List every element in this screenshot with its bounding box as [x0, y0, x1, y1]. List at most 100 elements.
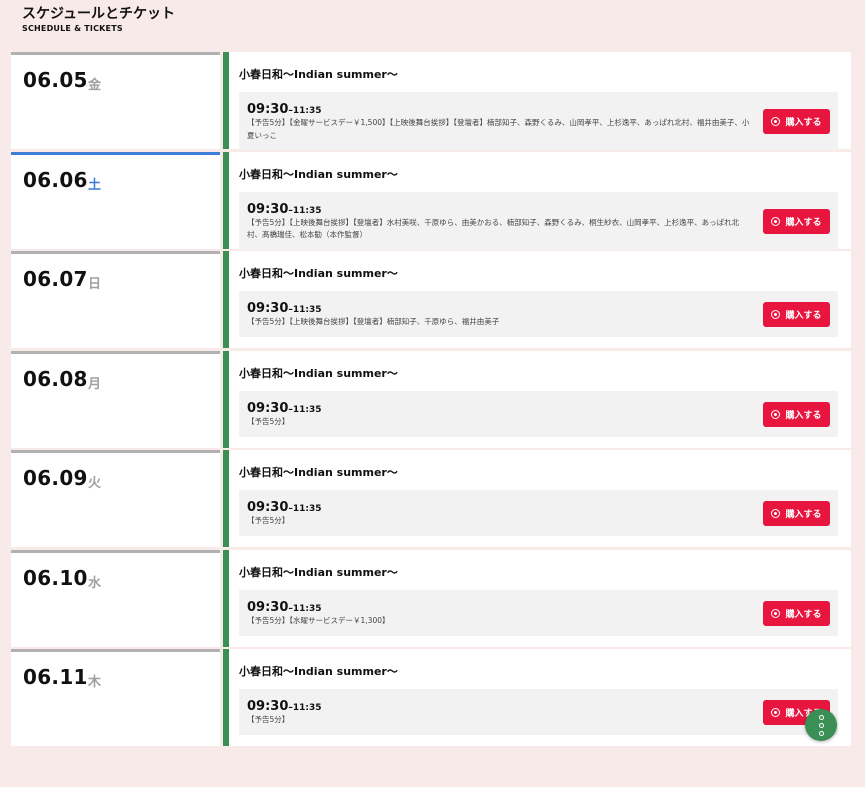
showing-notes: 【予告5分】【金曜サービスデー￥1,500】【上映後舞台挨拶】【登壇者】楠部知子…	[247, 118, 750, 140]
showing-card: 小春日和〜Indian summer〜 09:30–11:35 【予告5分】 購…	[223, 649, 851, 746]
schedule-row: 06.07 日 小春日和〜Indian summer〜 09:30–11:35 …	[11, 251, 851, 348]
schedule-row: 06.06 土 小春日和〜Indian summer〜 09:30–11:35 …	[11, 151, 851, 250]
page-header: スケジュールとチケット SCHEDULE & TICKETS	[22, 5, 175, 35]
showtime: 09:30–11:35	[247, 198, 322, 217]
weekday-label: 日	[88, 277, 102, 292]
more-vertical-icon-dot	[818, 730, 824, 736]
page-subtitle: SCHEDULE & TICKETS	[22, 24, 123, 33]
date-label: 06.07	[23, 267, 88, 291]
buy-ticket-button[interactable]: 購入する	[763, 302, 830, 327]
schedule-list: 06.05 金 小春日和〜Indian summer〜 09:30–11:35 …	[11, 52, 851, 749]
film-title: 小春日和〜Indian summer〜	[239, 267, 398, 280]
buy-button-label: 購入する	[785, 609, 822, 620]
page-title: スケジュールとチケット	[22, 6, 176, 22]
weekday-label: 水	[88, 575, 102, 591]
showtime: 09:30–11:35	[247, 596, 322, 615]
showing-card: 小春日和〜Indian summer〜 09:30–11:35 【予告5分】 購…	[223, 350, 851, 448]
date-cell: 06.07 日	[11, 251, 220, 348]
showing-card: 小春日和〜Indian summer〜 09:30–11:35 【予告5分】【水…	[223, 549, 851, 647]
showing-notes: 【予告5分】【上映後舞台挨拶】【登壇者】水村美咲、千原ゆら、由美かおる、楠部知子…	[247, 217, 740, 240]
weekday-label: 金	[88, 78, 102, 93]
weekday-label: 土	[88, 177, 102, 193]
start-time: 09:30	[247, 102, 289, 117]
date-label: 06.10	[23, 565, 88, 590]
film-title: 小春日和〜Indian summer〜	[239, 665, 398, 678]
date-cell: 06.11 木	[11, 649, 220, 746]
showing-notes: 【予告5分】	[247, 715, 290, 724]
showtime-block: 09:30–11:35 【予告5分】【上映後舞台挨拶】【登壇者】楠部知子、千原ゆ…	[239, 291, 838, 337]
showing-notes: 【予告5分】【上映後舞台挨拶】【登壇者】楠部知子、千原ゆら、福井由美子	[247, 317, 500, 326]
buy-ticket-button[interactable]: 購入する	[763, 401, 830, 427]
film-title: 小春日和〜Indian summer〜	[239, 68, 398, 81]
schedule-row: 06.10 水 小春日和〜Indian summer〜 09:30–11:35 …	[11, 549, 851, 647]
showtime-block: 09:30–11:35 【予告5分】 購入する	[239, 390, 838, 437]
start-time: 09:30	[247, 301, 289, 316]
showtime: 09:30–11:35	[247, 496, 322, 515]
showtime-block: 09:30–11:35 【予告5分】 購入する	[239, 689, 838, 735]
start-time: 09:30	[247, 201, 289, 217]
showtime-block: 09:30–11:35 【予告5分】【上映後舞台挨拶】【登壇者】水村美咲、千原ゆ…	[239, 191, 838, 250]
date-label: 06.11	[23, 665, 88, 689]
showtime: 09:30–11:35	[247, 297, 322, 316]
buy-button-label: 購入する	[785, 510, 822, 520]
schedule-row: 06.09 火 小春日和〜Indian summer〜 09:30–11:35 …	[11, 450, 851, 547]
date-cell: 06.06 土	[11, 151, 220, 249]
ticket-icon	[771, 708, 781, 717]
showtime: 09:30–11:35	[247, 98, 322, 117]
buy-button-label: 購入する	[785, 410, 822, 421]
showtime-block: 09:30–11:35 【予告5分】【金曜サービスデー￥1,500】【上映後舞台…	[239, 92, 838, 150]
weekday-label: 木	[88, 675, 102, 690]
schedule-row: 06.11 木 小春日和〜Indian summer〜 09:30–11:35 …	[11, 649, 851, 746]
end-time: 11:35	[292, 504, 322, 514]
film-title: 小春日和〜Indian summer〜	[239, 565, 398, 579]
date-cell: 06.05 金	[11, 52, 220, 149]
more-vertical-icon	[818, 714, 824, 720]
date-label: 06.05	[23, 68, 88, 92]
showing-notes: 【予告5分】	[247, 416, 290, 426]
showing-notes: 【予告5分】【水曜サービスデー￥1,300】	[247, 615, 390, 625]
end-time: 11:35	[292, 305, 322, 315]
film-title: 小春日和〜Indian summer〜	[239, 466, 398, 479]
date-label: 06.09	[23, 466, 88, 490]
start-time: 09:30	[247, 699, 289, 714]
weekday-label: 月	[88, 376, 102, 392]
end-time: 11:35	[292, 703, 322, 713]
showtime: 09:30–11:35	[247, 695, 322, 714]
showtime-block: 09:30–11:35 【予告5分】 購入する	[239, 490, 838, 536]
date-cell: 06.09 火	[11, 450, 220, 547]
date-cell: 06.08 月	[11, 350, 220, 448]
showtime: 09:30–11:35	[247, 397, 322, 416]
buy-ticket-button[interactable]: 購入する	[763, 208, 830, 234]
ticket-icon	[771, 310, 781, 319]
date-label: 06.08	[23, 366, 88, 391]
film-title: 小春日和〜Indian summer〜	[239, 167, 398, 181]
buy-ticket-button[interactable]: 購入する	[763, 109, 830, 134]
buy-button-label: 購入する	[785, 311, 822, 321]
ticket-icon	[771, 608, 781, 618]
end-time: 11:35	[292, 603, 322, 614]
menu-fab-button[interactable]	[805, 709, 837, 741]
showing-card: 小春日和〜Indian summer〜 09:30–11:35 【予告5分】【金…	[223, 52, 851, 150]
buy-ticket-button[interactable]: 購入する	[763, 600, 830, 626]
ticket-icon	[771, 216, 781, 226]
start-time: 09:30	[247, 400, 289, 416]
film-title: 小春日和〜Indian summer〜	[239, 366, 398, 380]
start-time: 09:30	[247, 500, 289, 515]
showing-card: 小春日和〜Indian summer〜 09:30–11:35 【予告5分】【上…	[223, 251, 851, 348]
ticket-icon	[771, 409, 781, 419]
showing-notes: 【予告5分】	[247, 516, 290, 525]
weekday-label: 火	[88, 476, 102, 491]
schedule-row: 06.05 金 小春日和〜Indian summer〜 09:30–11:35 …	[11, 52, 851, 150]
date-cell: 06.10 水	[11, 549, 220, 647]
ticket-icon	[771, 509, 781, 518]
showing-card: 小春日和〜Indian summer〜 09:30–11:35 【予告5分】【上…	[223, 151, 851, 250]
more-vertical-icon-dot	[818, 722, 824, 728]
buy-button-label: 購入する	[785, 217, 822, 228]
end-time: 11:35	[292, 205, 322, 216]
buy-ticket-button[interactable]: 購入する	[763, 501, 830, 526]
schedule-row: 06.08 月 小春日和〜Indian summer〜 09:30–11:35 …	[11, 350, 851, 448]
date-label: 06.06	[23, 167, 88, 192]
start-time: 09:30	[247, 599, 289, 615]
showing-card: 小春日和〜Indian summer〜 09:30–11:35 【予告5分】 購…	[223, 450, 851, 547]
end-time: 11:35	[292, 404, 322, 415]
